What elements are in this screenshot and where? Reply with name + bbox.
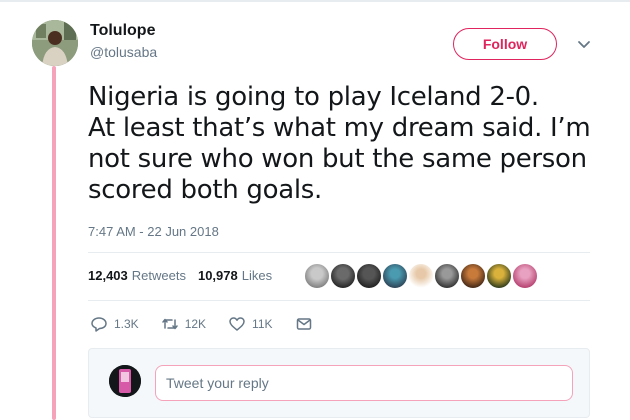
liker-avatar[interactable] [355, 262, 383, 290]
liker-avatar[interactable] [459, 262, 487, 290]
envelope-icon [296, 318, 311, 330]
tweet-actions: 1.3K 12K 11K [90, 315, 319, 333]
likes-stat[interactable]: 10,978 Likes [198, 268, 272, 283]
reply-input[interactable] [155, 365, 573, 401]
liker-avatar[interactable] [329, 262, 357, 290]
chevron-down-icon[interactable] [574, 34, 594, 54]
like-button[interactable]: 11K [228, 315, 273, 333]
direct-message-button[interactable] [295, 315, 319, 333]
tweet-text: Nigeria is going to play Iceland 2-0. At… [88, 82, 608, 206]
liker-avatars [303, 262, 539, 290]
tweet-timestamp[interactable]: 7:47 AM - 22 Jun 2018 [88, 224, 219, 239]
liker-avatar[interactable] [303, 262, 331, 290]
retweets-stat[interactable]: 12,403 Retweets [88, 268, 186, 283]
liker-avatar[interactable] [381, 262, 409, 290]
thread-line [52, 66, 56, 420]
follow-button[interactable]: Follow [453, 28, 557, 60]
author-avatar[interactable] [32, 20, 78, 66]
retweet-count: 12K [184, 317, 207, 331]
top-divider [0, 0, 630, 2]
liker-avatar[interactable] [407, 262, 435, 290]
tweet-line: At least that’s what my dream said. I’m [88, 113, 591, 143]
retweet-button[interactable]: 12K [161, 315, 206, 333]
divider [88, 252, 590, 253]
reply-composer [88, 348, 590, 418]
retweets-label: Retweets [131, 268, 186, 283]
retweets-count: 12,403 [88, 268, 128, 283]
reply-count: 1.3K [114, 317, 139, 331]
author-name[interactable]: Tolulope [90, 22, 155, 40]
reply-icon [91, 317, 107, 332]
like-count: 11K [252, 317, 273, 331]
liker-avatar[interactable] [433, 262, 461, 290]
tweet-stats: 12,403 Retweets 10,978 Likes [88, 268, 284, 283]
likes-count: 10,978 [197, 268, 238, 283]
tweet-line: not sure who won but the same person [88, 144, 587, 174]
tweet-line: Nigeria is going to play Iceland 2-0. [88, 82, 539, 112]
author-handle[interactable]: @tolusaba [90, 44, 157, 60]
liker-avatar[interactable] [511, 262, 539, 290]
divider [88, 300, 590, 301]
current-user-avatar[interactable] [109, 365, 141, 397]
tweet-line: scored both goals. [88, 175, 322, 205]
retweet-icon [161, 318, 178, 330]
liker-avatar[interactable] [485, 262, 513, 290]
reply-button[interactable]: 1.3K [90, 315, 139, 333]
likes-label: Likes [241, 268, 273, 283]
heart-icon [229, 317, 245, 331]
